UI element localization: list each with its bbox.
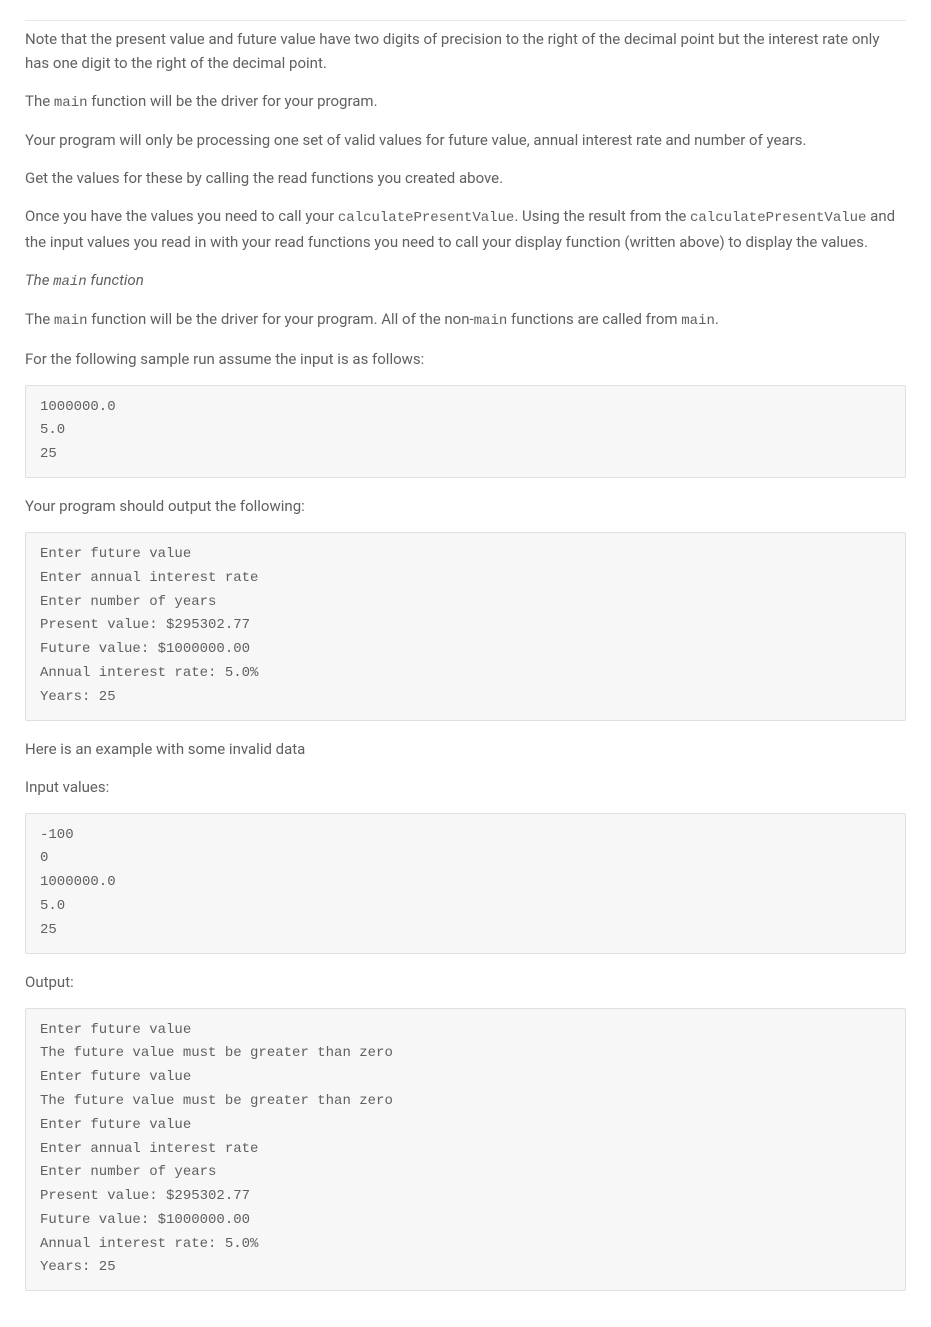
paragraph-sample-run: For the following sample run assume the … xyxy=(25,347,906,371)
code-block-input-1: 1000000.0 5.0 25 xyxy=(25,385,906,478)
paragraph-output-label-2: Output: xyxy=(25,970,906,994)
code-inline-main: main xyxy=(54,95,88,111)
code-block-input-2: -100 0 1000000.0 5.0 25 xyxy=(25,813,906,954)
paragraph-single-set: Your program will only be processing one… xyxy=(25,128,906,152)
text-segment: . xyxy=(715,310,719,328)
paragraph-main-driver-2: The main function will be the driver for… xyxy=(25,307,906,332)
paragraph-invalid-example: Here is an example with some invalid dat… xyxy=(25,737,906,761)
paragraph-precision-note: Note that the present value and future v… xyxy=(25,27,906,75)
code-block-output-2: Enter future value The future value must… xyxy=(25,1008,906,1292)
text-segment: function will be the driver for your pro… xyxy=(88,92,378,110)
code-inline-main: main xyxy=(474,313,508,329)
text-segment: function will be the driver for your pro… xyxy=(88,310,474,328)
heading-main-function: The main function xyxy=(25,268,906,293)
code-inline-calculate: calculatePresentValue xyxy=(690,210,866,226)
code-inline-main: main xyxy=(54,313,88,329)
paragraph-calculate: Once you have the values you need to cal… xyxy=(25,204,906,253)
text-segment: The xyxy=(25,92,54,110)
text-segment: The xyxy=(25,271,53,289)
text-segment: functions are called from xyxy=(507,310,681,328)
paragraph-get-values: Get the values for these by calling the … xyxy=(25,166,906,190)
code-inline-calculate: calculatePresentValue xyxy=(338,210,514,226)
paragraph-output-label: Your program should output the following… xyxy=(25,494,906,518)
text-segment: The xyxy=(25,310,54,328)
text-segment: . Using the result from the xyxy=(514,207,690,225)
paragraph-input-values-label: Input values: xyxy=(25,775,906,799)
code-inline-main: main xyxy=(681,313,715,329)
code-inline-main: main xyxy=(53,274,87,290)
code-block-output-1: Enter future value Enter annual interest… xyxy=(25,532,906,721)
paragraph-main-driver-1: The main function will be the driver for… xyxy=(25,89,906,114)
text-segment: Once you have the values you need to cal… xyxy=(25,207,338,225)
document-content: Note that the present value and future v… xyxy=(25,20,906,1291)
text-segment: function xyxy=(87,271,144,289)
